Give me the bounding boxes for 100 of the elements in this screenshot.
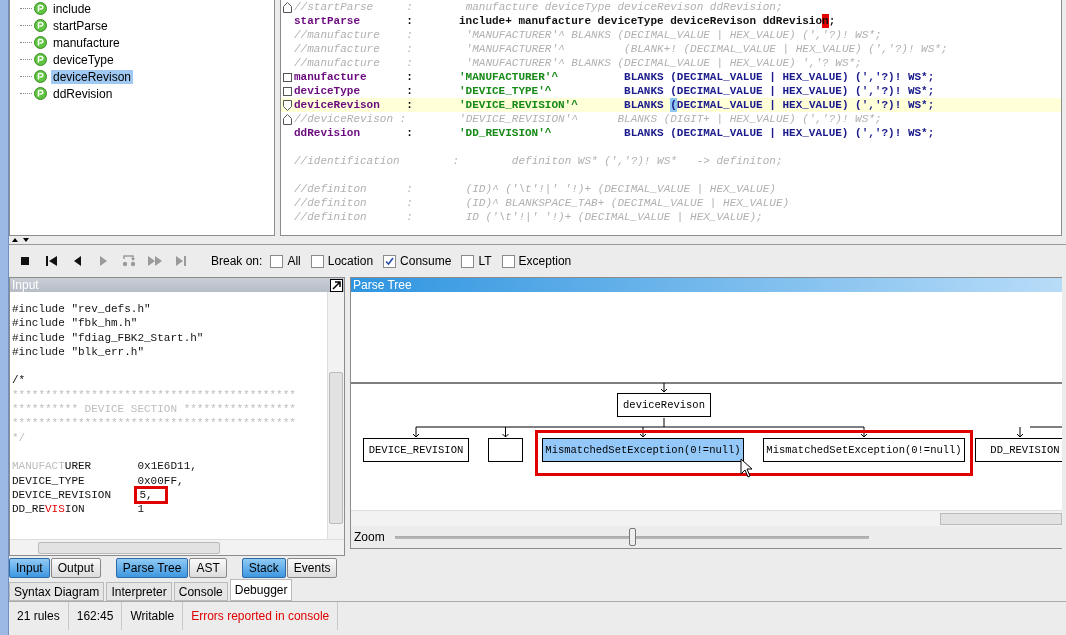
fold-marker-icon[interactable] — [283, 72, 292, 82]
expand-icon[interactable] — [330, 278, 343, 292]
tree-node[interactable] — [488, 438, 523, 462]
code-text: 'MANUFACTURER'^ — [459, 70, 559, 84]
input-text: MANUFACT — [12, 460, 65, 473]
tab[interactable]: Console — [173, 582, 228, 601]
rule-item[interactable]: include — [51, 1, 94, 16]
tree-node[interactable]: DEVICE_REVISION — [363, 438, 469, 462]
code-text: 'DEVICE_TYPE'^ — [459, 84, 552, 98]
rule-colon: : — [406, 98, 414, 112]
status-item: 21 rules — [9, 602, 69, 630]
rule-name: ddRevision — [294, 126, 361, 140]
text-cursor: n — [822, 14, 829, 28]
fold-marker-icon[interactable] — [283, 1, 292, 13]
view-toggle-button[interactable]: AST — [189, 558, 227, 578]
code-comment: //manufacture : 'MANUFACTURER'^ BLANKS (DECIMAL_VALUE | HEX_VALUE) ','? WS*; — [294, 56, 862, 70]
horizontal-scrollbar[interactable] — [351, 510, 1062, 526]
rule-colon: : — [406, 70, 414, 84]
rule-item[interactable]: manufacture — [51, 35, 122, 50]
parser-rule-icon — [34, 87, 47, 100]
mouse-pointer-icon — [740, 458, 753, 478]
code-text: ; — [828, 14, 836, 28]
break-on-label: Break on: — [211, 254, 263, 268]
tree-node[interactable]: MismatchedSetException(0!=null) — [542, 438, 744, 462]
checkbox[interactable] — [461, 254, 475, 268]
status-item: Errors reported in console — [183, 602, 339, 630]
input-text: #include "rev_defs.h" — [12, 303, 151, 315]
tree-node[interactable]: deviceRevison — [617, 393, 711, 417]
input-text: VIS — [45, 503, 65, 516]
input-text: /* — [12, 374, 26, 387]
code-text: BLANKS (DECIMAL_VALUE | HEX_VALUE) (','?)! WS*; — [623, 70, 935, 84]
code-comment: //definiton : (ID)^ ('\t'!|' '!)+ (DECIMAL_VALUE | HEX_VALUE) — [294, 182, 776, 196]
splitter-arrows-icon[interactable] — [11, 237, 31, 243]
input-text: ION 1 — [64, 503, 145, 516]
view-toggle-button[interactable]: Parse Tree — [115, 558, 189, 578]
checkbox[interactable] — [270, 254, 284, 268]
code-comment: //startParse : manufacture deviceType deviceRevison ddRevision; — [294, 0, 783, 14]
slider-thumb[interactable] — [628, 528, 636, 546]
vertical-scrollbar[interactable] — [327, 292, 344, 539]
code-comment: //manufacture : 'MANUFACTURER'^ BLANKS (DECIMAL_VALUE | HEX_VALUE) (','?)! WS*; — [294, 28, 882, 42]
code-comment: //identification : definiton WS* (','?)! WS* -> definiton; — [294, 154, 783, 168]
rule-item[interactable]: startParse — [51, 18, 110, 33]
code-comment: //manufacture : 'MANUFACTURER'^ (BLANK+! (DECIMAL_VALUE | HEX_VALUE) (','?)! WS*; — [294, 42, 948, 56]
rule-item[interactable]: ddRevision — [51, 86, 115, 101]
tab[interactable]: Debugger — [229, 579, 293, 601]
rule-colon: : — [406, 14, 414, 28]
break-checkbox[interactable]: Consume — [383, 254, 452, 268]
fold-marker-icon[interactable] — [283, 86, 292, 96]
rule-colon: : — [406, 84, 414, 98]
checkbox[interactable] — [383, 254, 397, 268]
input-text: #include "fdiag_FBK2_Start.h" — [12, 331, 204, 344]
parser-rule-icon — [34, 53, 47, 66]
input-text: ******************************************* — [12, 417, 296, 430]
tree-node[interactable]: MismatchedSetException(0!=null) — [763, 438, 965, 462]
rule-name: deviceType — [294, 84, 361, 98]
fold-marker-icon[interactable] — [283, 113, 292, 125]
rule-item[interactable]: deviceType — [51, 52, 116, 67]
input-text: DEVICE_TYPE 0x00FF, — [12, 474, 184, 487]
break-checkbox[interactable]: All — [270, 254, 301, 268]
rule-name: deviceRevison — [294, 98, 381, 112]
checkbox[interactable] — [310, 254, 324, 268]
input-text: ********** DEVICE SECTION ***************** — [12, 403, 296, 416]
code-comment: //deviceRevison : 'DEVICE_REVISION'^ BLANKS (DIGIT+ | HEX_VALUE) (','?)! WS*; — [294, 112, 882, 126]
last-icon — [173, 254, 189, 268]
code-text: 'DD_REVISION'^ — [459, 126, 552, 140]
input-text: ******************************************* — [12, 388, 296, 401]
tab[interactable]: Interpreter — [106, 582, 172, 601]
parser-rule-icon — [34, 70, 47, 83]
view-toggle-button[interactable]: Input — [9, 558, 50, 578]
fold-marker-icon[interactable] — [283, 99, 292, 111]
code-comment: //definiton : (ID)^ BLANKSPACE_TAB+ (DECIMAL_VALUE | HEX_VALUE) — [294, 196, 790, 210]
status-item: 162:45 — [68, 602, 123, 630]
code-text: DECIMAL_VALUE | HEX_VALUE) (','?)! WS*; — [676, 98, 935, 112]
zoom-label: Zoom — [354, 530, 385, 544]
break-checkbox[interactable]: Exception — [501, 254, 572, 268]
rule-name: startParse — [294, 14, 361, 28]
code-text: BLANKS (DECIMAL_VALUE | HEX_VALUE) (','?)! WS*; — [623, 84, 935, 98]
tree-node[interactable]: DD_REVISION — [975, 438, 1062, 462]
first-icon — [43, 254, 59, 268]
code-comment: //definiton : ID ('\t'!|' '!)+ (DECIMAL_VALUE | HEX_VALUE); — [294, 210, 763, 224]
horizontal-scrollbar[interactable] — [10, 539, 344, 555]
rule-name: manufacture — [294, 70, 368, 84]
input-text: URER 0x1E6D11, — [64, 460, 197, 473]
view-toggle-button[interactable]: Output — [50, 558, 101, 578]
code-text: BLANKS (DECIMAL_VALUE | HEX_VALUE) (','?)! WS*; — [623, 126, 935, 140]
view-toggle-button[interactable]: Stack — [241, 558, 286, 578]
parser-rule-icon — [34, 19, 47, 32]
input-text: #include "fbk_hm.h" — [12, 317, 138, 330]
break-checkbox[interactable]: LT — [461, 254, 492, 268]
checkbox[interactable] — [501, 254, 515, 268]
input-text: */ — [12, 431, 26, 444]
highlighted-value: 5, — [137, 488, 165, 501]
status-item: Writable — [122, 602, 184, 630]
break-checkbox[interactable]: Location — [310, 254, 374, 268]
panel-title: Parse Tree — [352, 278, 412, 292]
input-text: DEVICE_REVISION — [12, 488, 113, 501]
bracket-match: ( — [670, 98, 677, 112]
tab[interactable]: Syntax Diagram — [9, 582, 105, 601]
view-toggle-button[interactable]: Events — [286, 558, 338, 578]
rule-item[interactable]: deviceRevison — [51, 69, 134, 84]
